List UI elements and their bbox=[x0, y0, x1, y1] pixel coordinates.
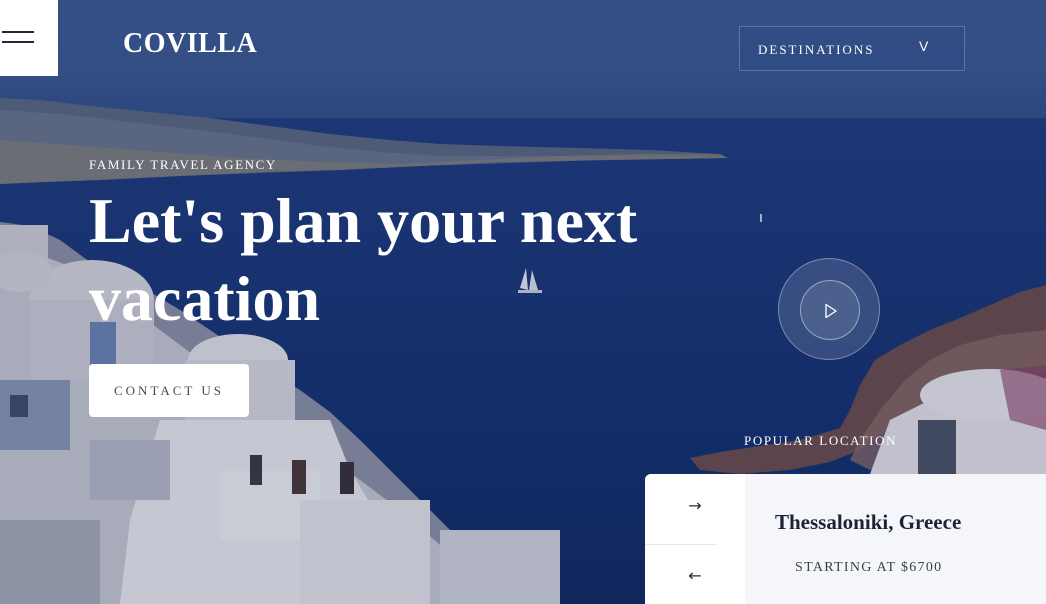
logo[interactable]: COVILLA bbox=[123, 28, 257, 60]
play-video-button[interactable] bbox=[778, 258, 880, 360]
carousel-controls: → ← bbox=[645, 474, 745, 604]
location-price: STARTING AT $6700 bbox=[795, 560, 943, 575]
hero-eyebrow: FAMILY TRAVEL AGENCY bbox=[89, 157, 277, 172]
hero-headline-line1: Let's plan your next bbox=[89, 185, 638, 256]
hero-headline: Let's plan your next vacation bbox=[89, 182, 689, 338]
destinations-dropdown[interactable]: DESTINATIONS V bbox=[739, 26, 965, 71]
play-button-inner bbox=[800, 280, 860, 340]
contact-us-button[interactable]: CONTACT US bbox=[89, 364, 249, 417]
prev-arrow-icon[interactable]: ← bbox=[645, 544, 745, 604]
location-name[interactable]: Thessaloniki, Greece bbox=[775, 510, 961, 535]
next-arrow-icon[interactable]: → bbox=[645, 474, 745, 538]
popular-location-card: → ← Thessaloniki, Greece STARTING AT $67… bbox=[645, 474, 1046, 604]
play-icon bbox=[825, 303, 837, 319]
chevron-down-icon: V bbox=[919, 38, 929, 54]
destinations-label: DESTINATIONS bbox=[758, 42, 875, 57]
popular-location-title: POPULAR LOCATION bbox=[744, 433, 898, 448]
menu-button[interactable] bbox=[0, 0, 58, 76]
hamburger-icon bbox=[2, 31, 34, 33]
hero-headline-line2: vacation bbox=[89, 263, 321, 334]
hamburger-icon-bar bbox=[2, 41, 34, 43]
